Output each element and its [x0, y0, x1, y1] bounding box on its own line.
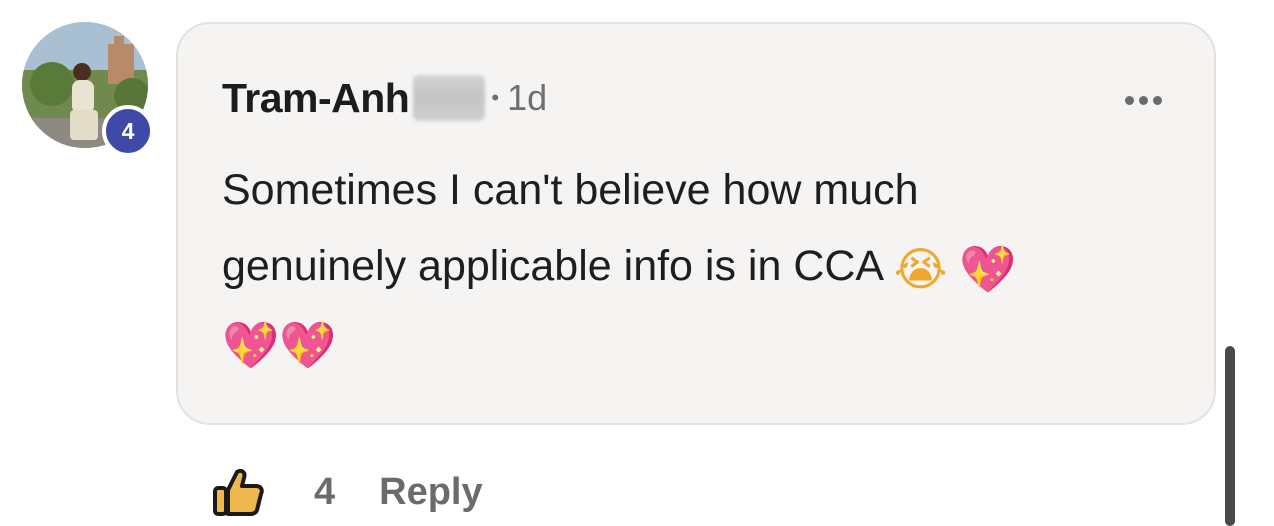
more-dot: [1153, 96, 1162, 105]
comment-timestamp[interactable]: 1d: [507, 77, 547, 119]
more-options-icon[interactable]: [1125, 96, 1162, 105]
crying-face-emoji: 😭: [893, 241, 948, 296]
comment-text: Sometimes I can't believe how much genui…: [222, 152, 1182, 380]
comment-text-line-1: Sometimes I can't believe how much: [222, 166, 919, 214]
redacted-surname: [413, 75, 486, 121]
sparkling-heart-emoji: 💖: [959, 241, 1017, 296]
comment-bubble: Tram-Anh • 1d Sometimes I can't believe …: [176, 22, 1216, 425]
comment-screen: 4 Tram-Anh • 1d Sometimes I can't believ…: [0, 0, 1274, 526]
like-count: 4: [314, 470, 336, 513]
scrollbar[interactable]: [1225, 346, 1235, 526]
more-dot: [1139, 96, 1148, 105]
comment-header: Tram-Anh • 1d: [222, 70, 547, 126]
thumbs-up-icon[interactable]: [210, 464, 266, 520]
reply-button[interactable]: Reply: [379, 471, 482, 514]
sparkling-heart-emoji: 💖: [222, 317, 280, 372]
more-dot: [1125, 96, 1134, 105]
author-name[interactable]: Tram-Anh: [222, 75, 410, 122]
level-badge: 4: [102, 105, 154, 157]
comment-text-line-2: genuinely applicable info is in CCA: [222, 242, 882, 290]
sparkling-heart-emoji: 💖: [279, 317, 337, 372]
comment-actions: 4 Reply: [210, 462, 483, 522]
separator-dot: •: [491, 85, 500, 110]
